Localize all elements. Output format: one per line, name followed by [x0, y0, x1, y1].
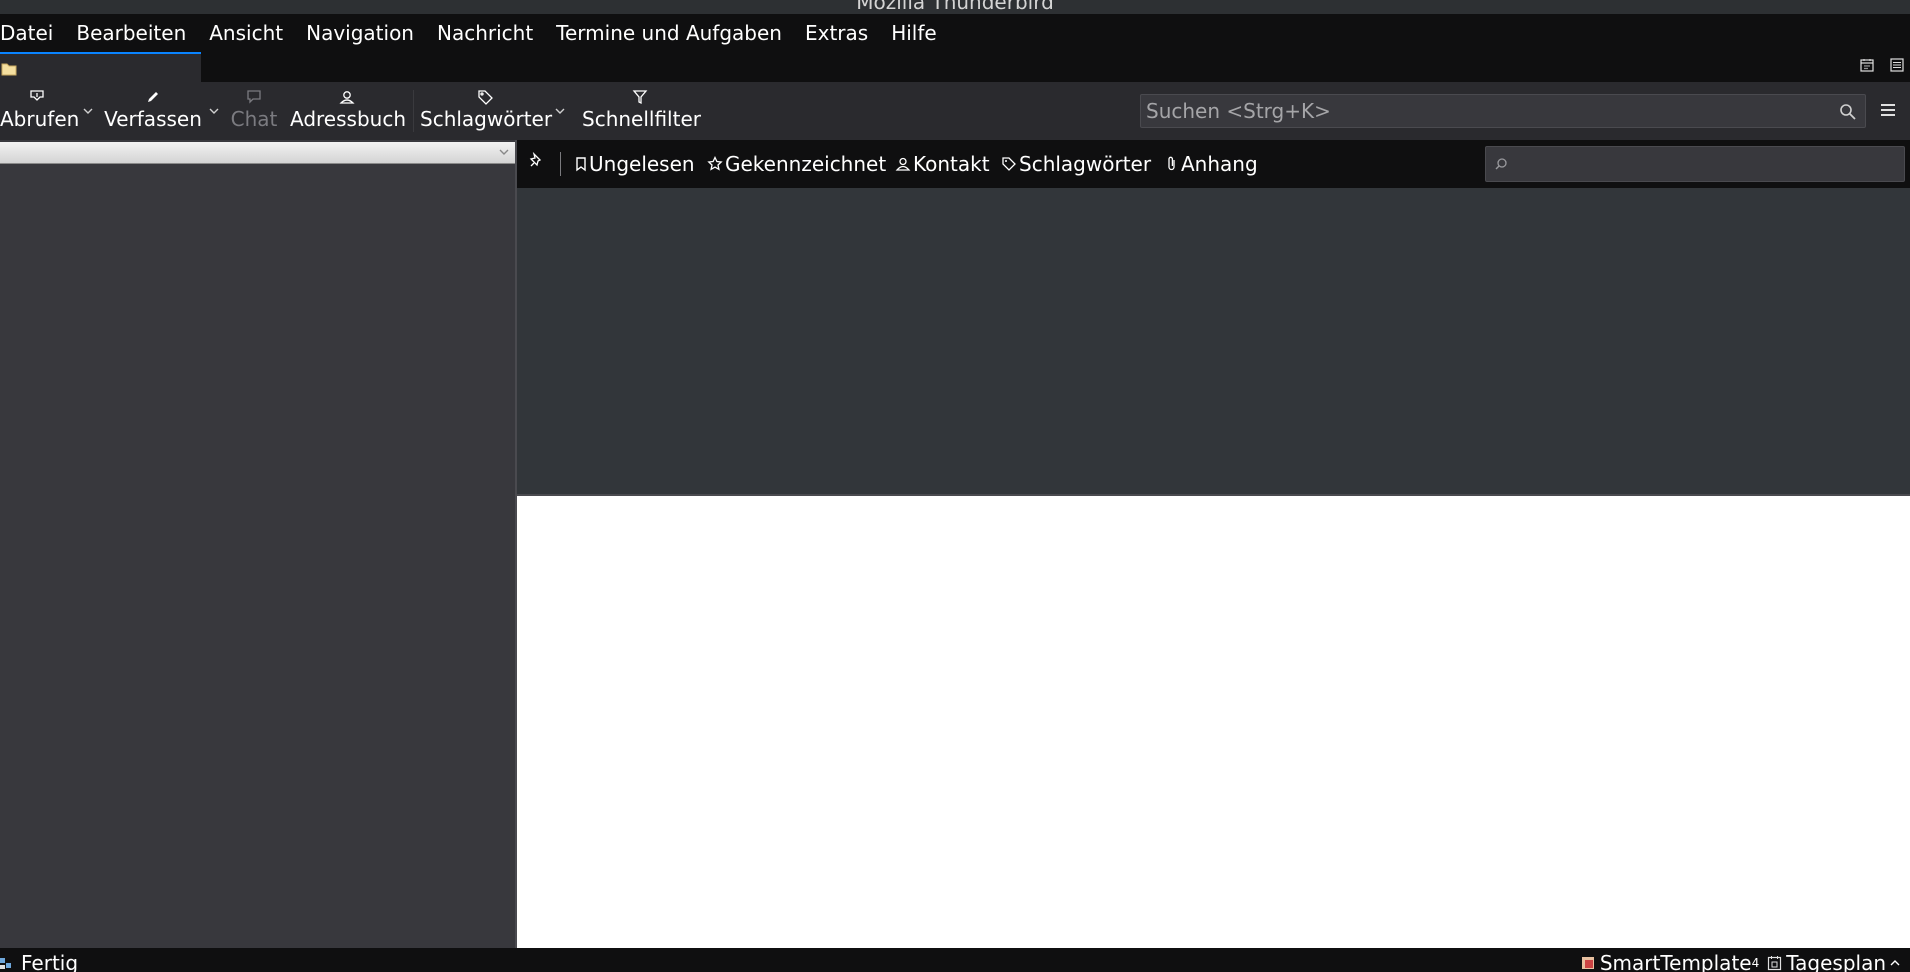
tag-icon	[1002, 157, 1016, 171]
today-pane-button[interactable]: Tagesplan	[1767, 951, 1904, 972]
search-icon	[1495, 158, 1507, 170]
chat-bubble-icon	[247, 90, 261, 104]
folder-icon	[1, 63, 17, 76]
menu-termine-und-aufgaben[interactable]: Termine und Aufgaben	[556, 21, 782, 45]
menu-nachricht[interactable]: Nachricht	[437, 21, 533, 45]
window-title: Mozilla Thunderbird	[856, 0, 1054, 14]
paperclip-icon	[1168, 156, 1175, 171]
smarttemplate-button[interactable]: SmartTemplate 4	[1581, 951, 1759, 972]
status-bar: Fertig SmartTemplate 4 Tagesplan	[0, 948, 1910, 972]
contact-icon	[895, 157, 911, 171]
filter-unread-label: Ungelesen	[589, 152, 695, 176]
get-messages-dropdown[interactable]	[82, 104, 94, 118]
filter-attachment-button[interactable]: Anhang	[1165, 152, 1258, 176]
smarttemplate-label: SmartTemplate	[1599, 951, 1752, 972]
smarttemplate-version: 4	[1751, 956, 1760, 970]
chat-button[interactable]: Chat	[230, 86, 278, 136]
window-titlebar: Mozilla Thunderbird	[0, 0, 1910, 14]
chevron-down-icon	[209, 108, 219, 114]
message-pane	[517, 496, 1910, 948]
get-messages-label: Abrufen	[0, 107, 80, 131]
chevron-up-icon	[1890, 960, 1900, 966]
tab-bar	[0, 52, 1910, 82]
filter-unread-button[interactable]: Ungelesen	[575, 152, 695, 176]
filter-icon	[632, 90, 648, 105]
calendar-icon	[1768, 956, 1782, 971]
search-icon[interactable]	[1839, 103, 1857, 121]
calendar-icon[interactable]	[1860, 58, 1874, 72]
quick-filter-search-box	[1485, 146, 1905, 182]
address-book-button[interactable]: Adressbuch	[290, 86, 406, 136]
tags-dropdown[interactable]	[554, 104, 566, 118]
quick-filter-separator	[560, 152, 561, 176]
quick-filter-search-input[interactable]	[1510, 147, 1900, 181]
compose-label: Verfassen	[104, 107, 202, 131]
thread-pane[interactable]	[517, 188, 1910, 494]
filter-contact-label: Kontakt	[913, 152, 990, 176]
filter-starred-label: Gekennzeichnet	[725, 152, 887, 176]
sticky-filter-button[interactable]	[529, 152, 547, 170]
status-right: SmartTemplate 4 Tagesplan	[1573, 951, 1904, 972]
bookmark-icon	[576, 157, 586, 172]
tags-button[interactable]: Schlagwörter	[420, 86, 553, 136]
global-search-box	[1140, 94, 1866, 128]
online-status-icon[interactable]	[0, 955, 14, 971]
tasks-icon[interactable]	[1890, 58, 1904, 72]
quick-filter-button[interactable]: Schnellfilter	[582, 86, 701, 136]
menu-bar: Datei Bearbeiten Ansicht Navigation Nach…	[0, 14, 1910, 52]
chevron-down-icon	[555, 108, 565, 114]
status-text: Fertig	[21, 951, 79, 972]
filter-tags-label: Schlagwörter	[1019, 152, 1152, 176]
menu-extras[interactable]: Extras	[805, 21, 868, 45]
download-icon	[30, 90, 44, 101]
get-messages-button[interactable]: Abrufen	[0, 86, 80, 136]
filter-starred-button[interactable]: Gekennzeichnet	[707, 152, 886, 176]
chevron-down-icon	[83, 108, 93, 114]
folder-pane-header[interactable]	[0, 142, 516, 164]
compose-dropdown[interactable]	[208, 104, 220, 118]
today-pane-label: Tagesplan	[1786, 951, 1886, 972]
tag-icon	[478, 90, 493, 105]
tab-mail[interactable]	[0, 52, 201, 82]
menu-ansicht[interactable]: Ansicht	[209, 21, 283, 45]
pin-icon	[529, 152, 542, 167]
menu-datei[interactable]: Datei	[0, 21, 53, 45]
quick-filter-bar: Ungelesen Gekennzeichnet Kontakt Schlagw…	[517, 140, 1910, 188]
folder-pane	[0, 140, 516, 948]
menu-hilfe[interactable]: Hilfe	[891, 21, 937, 45]
pencil-icon	[148, 92, 158, 102]
global-search-input[interactable]	[1141, 95, 1821, 127]
compose-button[interactable]: Verfassen	[104, 86, 202, 136]
address-book-label: Adressbuch	[290, 107, 406, 131]
star-icon	[707, 156, 723, 171]
menu-navigation[interactable]: Navigation	[306, 21, 414, 45]
tabbar-right-icons	[1860, 58, 1904, 72]
app-menu-icon[interactable]	[1880, 102, 1896, 118]
status-left: Fertig	[0, 951, 78, 972]
address-book-icon	[339, 91, 355, 104]
chevron-down-icon	[499, 149, 509, 155]
tags-label: Schlagwörter	[420, 107, 553, 131]
toolbar-separator	[413, 90, 414, 132]
smarttemplate-icon	[1581, 957, 1594, 969]
filter-contact-button[interactable]: Kontakt	[895, 152, 990, 176]
chat-label: Chat	[230, 107, 278, 131]
menu-bearbeiten[interactable]: Bearbeiten	[76, 21, 186, 45]
filter-tags-button[interactable]: Schlagwörter	[1001, 152, 1151, 176]
filter-attachment-label: Anhang	[1181, 152, 1258, 176]
quick-filter-label: Schnellfilter	[582, 107, 701, 131]
